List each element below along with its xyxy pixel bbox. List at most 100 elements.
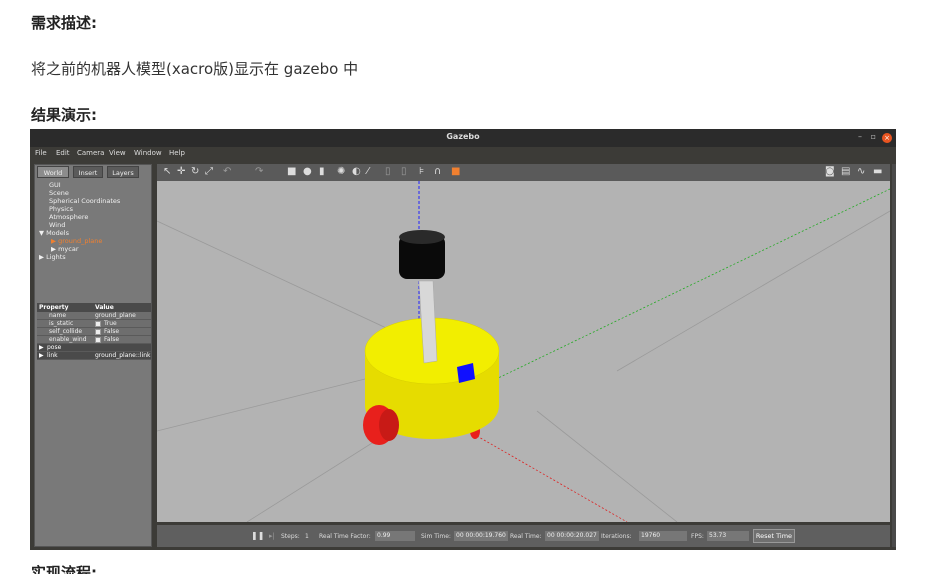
step-button[interactable]: ▸|: [269, 532, 275, 540]
sim-time-label: Sim Time:: [421, 533, 451, 540]
property-table: Property Value name ground_plane is_stat…: [37, 303, 151, 360]
prop-key: pose: [47, 344, 62, 351]
close-button[interactable]: ×: [882, 133, 892, 143]
tree-item-ground-plane[interactable]: ▶ ground_plane: [39, 237, 149, 245]
world-tree: GUI Scene Spherical Coordinates Physics …: [39, 181, 149, 261]
tree-item-models[interactable]: ▼ Models: [39, 229, 149, 237]
gazebo-window: Gazebo – ▫ × File Edit Camera View Windo…: [30, 129, 896, 550]
reset-time-button[interactable]: Reset Time: [753, 529, 795, 543]
description-paragraph: 将之前的机器人模型(xacro版)显示在 gazebo 中: [31, 60, 359, 78]
prop-row-name[interactable]: name ground_plane: [37, 312, 151, 320]
tree-label: Models: [46, 229, 69, 237]
3d-viewport[interactable]: [157, 181, 890, 522]
copy-icon[interactable]: ▯: [385, 166, 391, 178]
checkbox-icon[interactable]: [95, 329, 101, 335]
real-time-label: Real Time:: [510, 533, 542, 540]
heading-requirement: 需求描述:: [31, 14, 97, 32]
prop-row-pose[interactable]: ▶ pose: [37, 344, 151, 352]
sphere-shape-icon[interactable]: ●: [303, 166, 312, 178]
maximize-button[interactable]: ▫: [871, 132, 876, 141]
window-title: Gazebo: [446, 132, 480, 141]
prop-value: True: [104, 320, 117, 327]
heading-demo: 结果演示:: [31, 106, 97, 124]
undo-icon[interactable]: ↶: [223, 166, 231, 178]
iterations-label: Iterations:: [601, 533, 632, 540]
tree-item-physics[interactable]: Physics: [39, 205, 149, 213]
menu-help[interactable]: Help: [169, 149, 185, 157]
menu-camera[interactable]: Camera: [77, 149, 104, 157]
change-view-icon[interactable]: ■: [451, 166, 460, 178]
rtf-value: 0.99: [375, 531, 415, 541]
right-panel-splitter[interactable]: [892, 164, 896, 547]
box-shape-icon[interactable]: ■: [287, 166, 296, 178]
value-column-header: Value: [95, 304, 114, 311]
cylinder-shape-icon[interactable]: ▮: [319, 166, 325, 178]
screenshot-icon[interactable]: ◙: [825, 166, 835, 178]
prop-key: link: [47, 352, 58, 359]
iterations-value: 19760: [639, 531, 687, 541]
real-time-value: 00 00:00:20.027: [545, 531, 599, 541]
plot-icon[interactable]: ∿: [857, 166, 865, 178]
collapse-arrow-icon: ▶: [39, 352, 44, 359]
tree-label: mycar: [58, 245, 79, 253]
prop-value: False: [104, 328, 120, 335]
checkbox-icon[interactable]: [95, 337, 101, 343]
tree-item-gui[interactable]: GUI: [39, 181, 149, 189]
record-video-icon[interactable]: ▬: [873, 166, 882, 178]
spot-light-icon[interactable]: ◐: [352, 166, 361, 178]
collapse-arrow-icon: ▶: [39, 344, 44, 351]
align-icon[interactable]: ⊧: [419, 166, 424, 178]
tree-item-atmosphere[interactable]: Atmosphere: [39, 213, 149, 221]
tree-item-scene[interactable]: Scene: [39, 189, 149, 197]
prop-key: enable_wind: [49, 336, 87, 343]
scale-mode-icon[interactable]: ⤢: [205, 166, 213, 178]
prop-row-enable-wind[interactable]: enable_wind False: [37, 336, 151, 344]
tree-item-wind[interactable]: Wind: [39, 221, 149, 229]
collapse-arrow-icon: ▶: [51, 245, 56, 253]
steps-value[interactable]: 1: [305, 533, 309, 540]
menu-edit[interactable]: Edit: [56, 149, 70, 157]
status-bar: ❚❚ ▸| Steps: 1 Real Time Factor: 0.99 Si…: [157, 525, 890, 547]
heading-implementation: 实现流程:: [31, 564, 97, 574]
directional-light-icon[interactable]: ⁄: [367, 166, 369, 178]
scene-render: [157, 181, 890, 522]
point-light-icon[interactable]: ✺: [337, 166, 345, 178]
steps-label: Steps:: [281, 533, 300, 540]
menu-window[interactable]: Window: [134, 149, 162, 157]
pause-button[interactable]: ❚❚: [251, 531, 264, 540]
prop-row-self-collide[interactable]: self_collide False: [37, 328, 151, 336]
checkbox-checked-icon[interactable]: [95, 321, 101, 327]
tree-label: Lights: [46, 253, 66, 261]
property-column-header: Property: [39, 304, 69, 311]
prop-value: False: [104, 336, 120, 343]
rotate-mode-icon[interactable]: ↻: [191, 166, 199, 178]
tree-item-spherical-coordinates[interactable]: Spherical Coordinates: [39, 197, 149, 205]
prop-key: self_collide: [49, 328, 83, 335]
sim-time-value: 00 00:00:19.760: [454, 531, 508, 541]
tab-layers[interactable]: Layers: [107, 166, 139, 178]
menu-view[interactable]: View: [109, 149, 126, 157]
snap-icon[interactable]: ∩: [434, 166, 441, 178]
tab-world[interactable]: World: [37, 166, 69, 178]
minimize-button[interactable]: –: [858, 132, 862, 141]
tab-insert[interactable]: Insert: [73, 166, 103, 178]
prop-row-is-static[interactable]: is_static True: [37, 320, 151, 328]
collapse-arrow-icon: ▶: [51, 237, 56, 245]
fps-value: 53.73: [707, 531, 749, 541]
paste-icon[interactable]: ▯: [401, 166, 407, 178]
tree-label: ground_plane: [58, 237, 103, 245]
tree-item-mycar[interactable]: ▶ mycar: [39, 245, 149, 253]
log-icon[interactable]: ▤: [841, 166, 850, 178]
tree-item-lights[interactable]: ▶ Lights: [39, 253, 149, 261]
expand-arrow-icon: ▼: [39, 229, 44, 237]
select-mode-icon[interactable]: ↖: [163, 166, 171, 178]
left-panel: World Insert Layers GUI Scene Spherical …: [34, 164, 152, 547]
menu-file[interactable]: File: [35, 149, 47, 157]
prop-key: name: [49, 312, 67, 319]
fps-label: FPS:: [691, 533, 704, 540]
title-bar: Gazebo – ▫ ×: [30, 129, 896, 147]
translate-mode-icon[interactable]: ✛: [177, 166, 185, 178]
redo-icon[interactable]: ↷: [255, 166, 263, 178]
prop-value: ground_plane::link: [95, 352, 151, 359]
prop-row-link[interactable]: ▶ link ground_plane::link: [37, 352, 151, 360]
